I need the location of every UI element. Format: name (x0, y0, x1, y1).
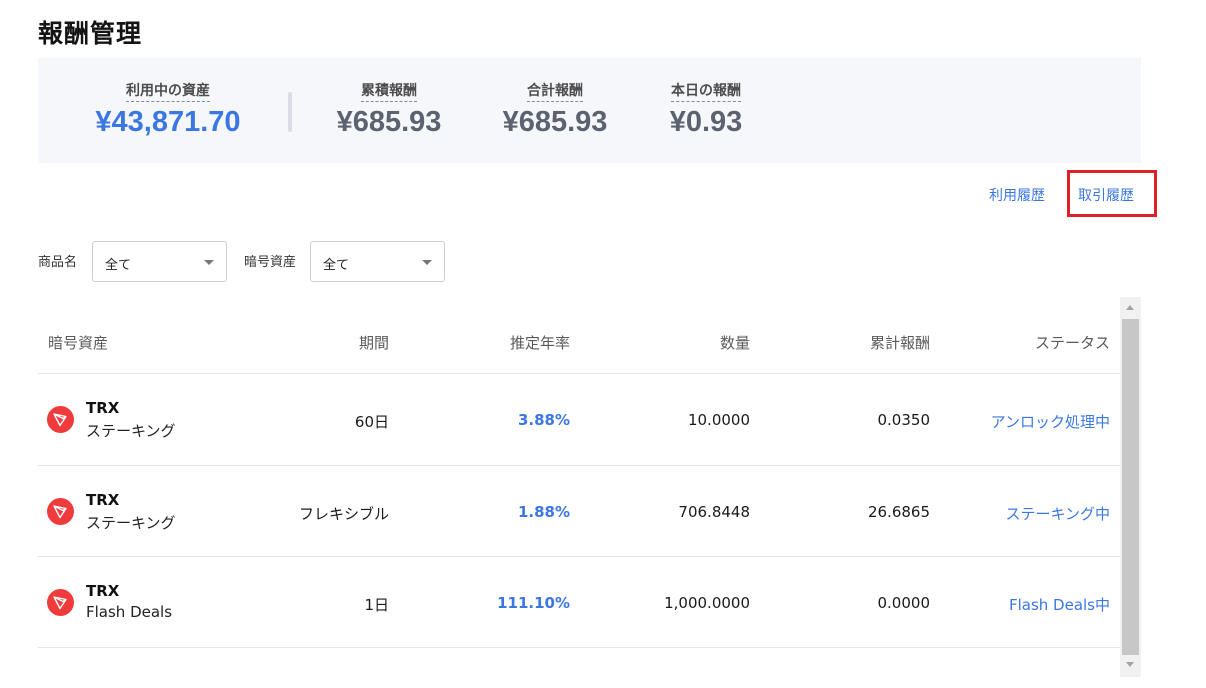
table-row: TRX ステーキング フレキシブル 1.88% 706.8448 26.6865… (38, 466, 1120, 557)
table-row: TRX Flash Deals 1日 111.10% 1,000.0000 0.… (38, 557, 1120, 648)
table-header: 暗号資産 期間 推定年率 数量 累計報酬 ステータス (38, 297, 1120, 374)
cumulative-reward-stat: 累積報酬 ¥685.93 (328, 80, 450, 139)
status-link[interactable]: Flash Deals中 (1009, 594, 1110, 615)
coin-symbol: TRX (86, 491, 120, 509)
total-reward-label[interactable]: 合計報酬 (527, 80, 583, 102)
summary-divider (288, 92, 292, 132)
header-reward: 累計報酬 (869, 334, 930, 352)
status-link[interactable]: ステーキング中 (1005, 503, 1110, 524)
total-reward-value: ¥685.93 (502, 106, 608, 138)
asset-filter-value: 全て (323, 258, 350, 273)
today-reward-stat: 本日の報酬 ¥0.93 (664, 80, 748, 139)
quantity-cell: 1,000.0000 (664, 594, 750, 612)
usage-history-link[interactable]: 利用履歴 (989, 185, 1045, 205)
product-name: ステーキング (86, 514, 176, 532)
product-filter-value: 全て (105, 258, 132, 273)
active-assets-stat: 利用中の資産 ¥43,871.70 (84, 80, 252, 139)
today-reward-label[interactable]: 本日の報酬 (671, 80, 741, 102)
reward-cell: 26.6865 (867, 503, 930, 521)
product-name: ステーキング (86, 422, 176, 440)
reward-summary-panel: 利用中の資産 ¥43,871.70 累積報酬 ¥685.93 合計報酬 ¥685… (38, 58, 1141, 163)
reward-cell: 0.0000 (877, 594, 931, 612)
active-assets-value: ¥43,871.70 (95, 106, 241, 138)
reward-table: 暗号資産 期間 推定年率 数量 累計報酬 ステータス TRX ステーキング 60… (38, 297, 1120, 648)
scroll-up-icon[interactable] (1126, 305, 1134, 310)
header-quantity: 数量 (719, 334, 750, 352)
product-filter-label: 商品名 (38, 255, 78, 270)
tron-icon (47, 498, 74, 525)
cumulative-reward-value: ¥685.93 (336, 106, 442, 138)
rate-cell: 111.10% (497, 594, 570, 612)
product-filter-select[interactable]: 全て (92, 241, 227, 282)
period-cell: 60日 (354, 413, 389, 431)
trade-history-highlight (1067, 170, 1157, 217)
active-assets-label[interactable]: 利用中の資産 (126, 80, 210, 102)
period-cell: フレキシブル (298, 505, 389, 523)
table-scrollbar[interactable] (1120, 297, 1141, 677)
page-title: 報酬管理 (38, 19, 143, 48)
total-reward-stat: 合計報酬 ¥685.93 (494, 80, 616, 139)
cumulative-reward-label[interactable]: 累積報酬 (361, 80, 417, 102)
header-period: 期間 (358, 334, 389, 352)
rate-cell: 3.88% (517, 411, 570, 429)
caret-down-icon (422, 260, 432, 265)
quantity-cell: 706.8448 (678, 503, 750, 521)
asset-filter-label: 暗号資産 (244, 255, 297, 270)
header-rate: 推定年率 (509, 334, 570, 352)
reward-cell: 0.0350 (877, 411, 931, 429)
coin-symbol: TRX (86, 582, 120, 600)
scroll-thumb[interactable] (1122, 319, 1139, 655)
tron-icon (47, 406, 74, 433)
caret-down-icon (204, 260, 214, 265)
scroll-down-icon[interactable] (1126, 662, 1134, 667)
coin-symbol: TRX (86, 399, 120, 417)
product-name: Flash Deals (86, 603, 173, 621)
period-cell: 1日 (364, 596, 389, 614)
status-link[interactable]: アンロック処理中 (991, 411, 1110, 432)
header-asset: 暗号資産 (48, 334, 109, 352)
today-reward-value: ¥0.93 (669, 106, 743, 138)
quantity-cell: 10.0000 (687, 411, 750, 429)
table-row: TRX ステーキング 60日 3.88% 10.0000 0.0350 アンロッ… (38, 374, 1120, 466)
rate-cell: 1.88% (517, 503, 570, 521)
tron-icon (47, 589, 74, 616)
header-status: ステータス (1034, 334, 1110, 352)
asset-filter-select[interactable]: 全て (310, 241, 445, 282)
